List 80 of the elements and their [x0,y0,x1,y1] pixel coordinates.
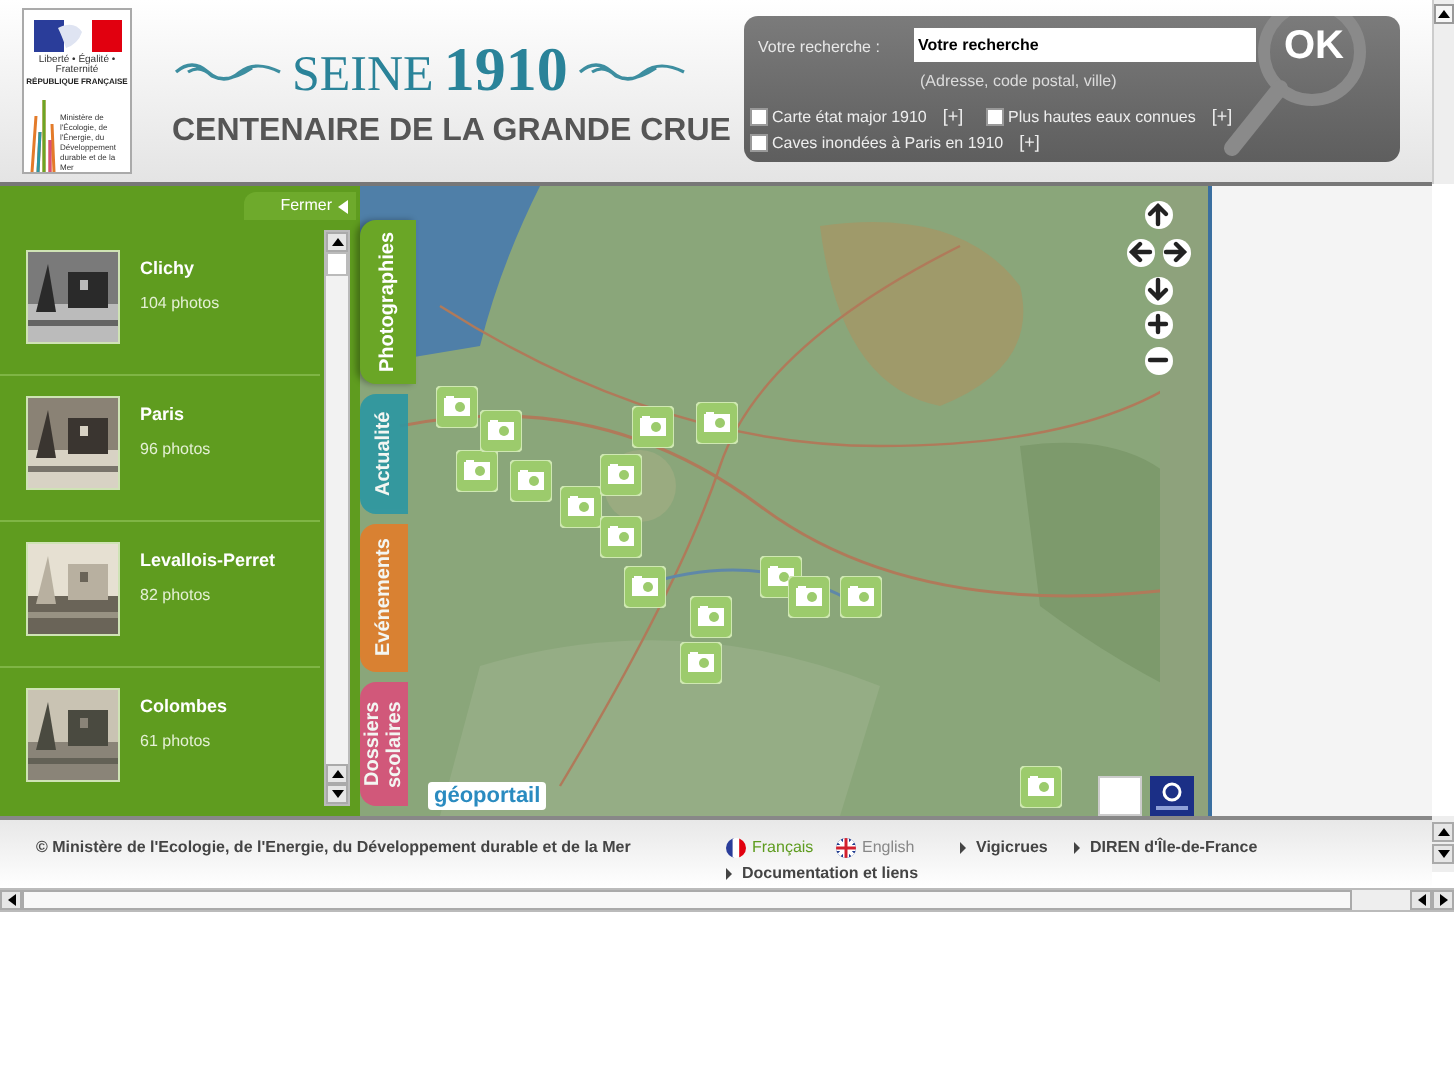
more-link[interactable]: [+] [1211,104,1233,131]
camera-marker-icon[interactable] [840,576,882,618]
flag-icon [726,838,746,858]
scroll-left-icon[interactable] [7,894,15,906]
ornament-swirl-icon [172,58,284,86]
title-word: SEINE [292,45,434,105]
scroll-left-icon[interactable] [1417,894,1425,906]
camera-marker-icon[interactable] [600,454,642,496]
camera-marker-icon[interactable] [690,596,732,638]
subtitle: CENTENAIRE DE LA GRANDE CRUE [172,112,731,152]
photo-count: 96 photos [140,437,211,461]
photo-count: 82 photos [140,583,213,607]
scroll-up-icon[interactable] [1438,10,1450,18]
camera-marker-icon[interactable] [436,386,478,428]
layer-label: Plus hautes eaux connues [1008,105,1196,130]
partner-logo [1098,776,1142,816]
place-name[interactable]: Colombes [140,694,228,721]
close-button[interactable]: Fermer [244,192,356,220]
camera-marker-icon[interactable] [680,642,722,684]
place-name[interactable]: Levallois-Perret [140,548,276,575]
checkbox[interactable] [750,108,768,127]
scroll-thumb[interactable] [326,252,348,276]
agency-logo-icon [1150,776,1194,816]
up-arrow-icon[interactable] [1144,200,1174,230]
footer-link[interactable]: Documentation et liens [726,862,919,886]
photo-count: 104 photos [140,291,220,315]
copyright-text: © Ministère de l'Ecologie, de l'Energie, du Développement durable et de la Mer [36,836,633,860]
tab[interactable]: Actualité [360,394,408,514]
geoportail-logo[interactable]: géoportail [428,782,547,810]
down-arrow-icon[interactable] [1144,276,1174,306]
scroll-right-icon[interactable] [1439,894,1447,906]
horizontal-scrollbar[interactable] [0,888,1454,912]
search-label: Votre recherche : [758,36,880,60]
zoom-in-icon[interactable] [1144,310,1174,340]
ornament-swirl-icon [575,58,688,86]
caret-icon[interactable] [1074,842,1080,854]
photo-count: 61 photos [140,729,213,753]
camera-marker-icon[interactable] [1020,766,1062,808]
footer-link[interactable]: DIREN d'Île-de-France [1074,836,1258,860]
camera-marker-icon[interactable] [788,576,830,618]
layer-label: Caves inondées à Paris en 1910 [772,131,1004,156]
language-link[interactable]: Français [726,836,814,860]
search-field[interactable]: Votre recherche [914,28,1256,62]
scroll-down-icon[interactable] [331,790,343,798]
zoom-out-icon[interactable] [1144,346,1174,376]
checkbox[interactable] [750,134,768,153]
list-scrollbar[interactable] [324,230,350,806]
camera-marker-icon[interactable] [600,516,642,558]
camera-marker-icon[interactable] [624,566,666,608]
flag-icon [836,838,856,858]
camera-marker-icon[interactable] [696,402,738,444]
more-link[interactable]: [+] [1019,130,1040,157]
scroll-up-icon[interactable] [331,238,343,246]
camera-marker-icon[interactable] [480,410,522,452]
scrollbar[interactable] [1432,0,1454,184]
search-hint: (Adresse, code postal, ville) [920,70,1117,94]
scroll-up-icon[interactable] [1437,828,1449,836]
language-link[interactable]: English [836,836,915,860]
footer-link[interactable]: Vigicrues [960,836,1048,860]
tab[interactable]: Dossiers scolaires [360,682,408,806]
layer-label: Carte état major 1910 [772,105,927,130]
place-name[interactable]: Clichy [140,256,220,283]
camera-marker-icon[interactable] [632,406,674,448]
title-year: 1910 [443,39,568,99]
camera-marker-icon[interactable] [456,450,498,492]
left-arrow-icon[interactable] [1126,238,1156,268]
scroll-thumb[interactable] [22,890,1352,910]
right-arrow-icon[interactable] [1162,238,1192,268]
tab[interactable]: Evénements [360,524,408,672]
camera-marker-icon[interactable] [510,460,552,502]
tab[interactable]: Photographies [360,220,416,384]
marianne-flag-icon [33,16,121,56]
caret-icon[interactable] [960,842,966,854]
checkbox[interactable] [986,108,1004,127]
place-name[interactable]: Paris [140,402,211,429]
scroll-down-icon[interactable] [1437,850,1449,858]
scroll-up-icon[interactable] [331,770,343,778]
caret-icon[interactable] [726,868,732,880]
camera-marker-icon[interactable] [560,486,602,528]
more-link[interactable]: [+] [942,104,964,131]
